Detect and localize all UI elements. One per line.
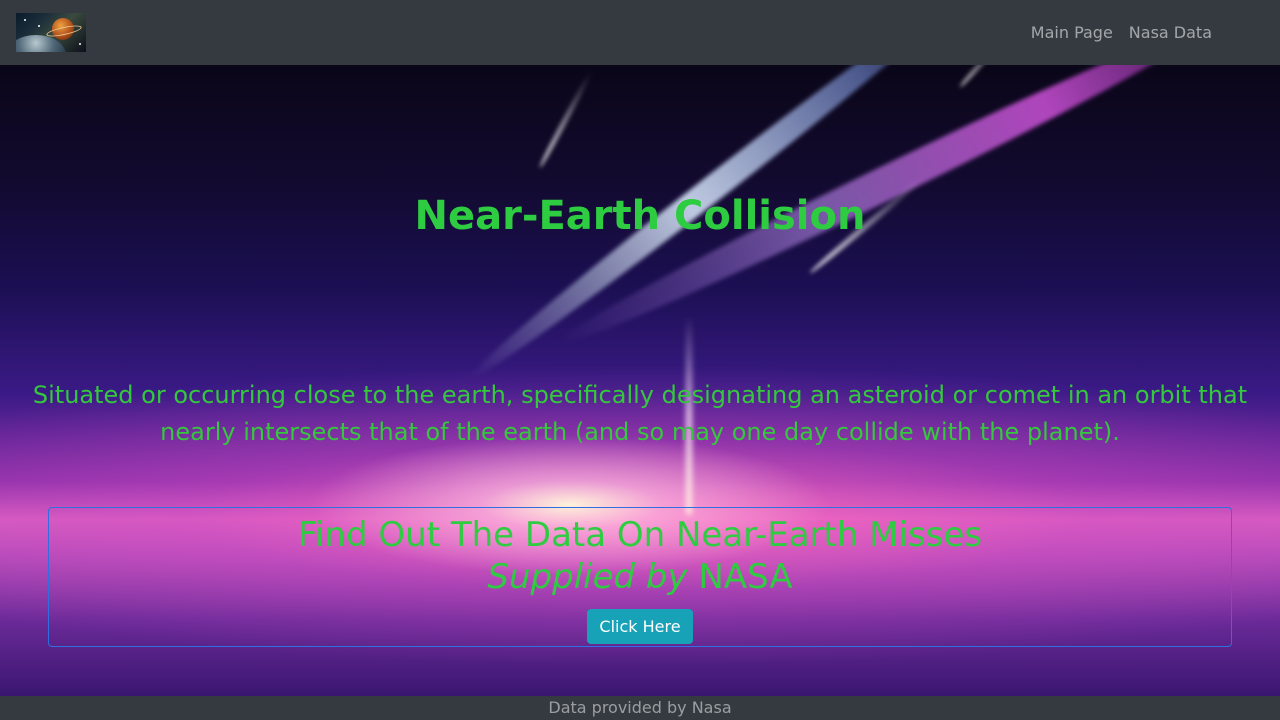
hero-section: Near-Earth Collision Situated or occurri…	[0, 65, 1280, 696]
meteor-streak	[958, 65, 1002, 89]
hero-description: Situated or occurring close to the earth…	[32, 381, 1248, 446]
navbar: Main Page Nasa Data	[0, 0, 1280, 65]
meteor-streak	[537, 69, 594, 169]
cta-sub-italic: Supplied by	[487, 557, 688, 597]
brand-logo[interactable]	[16, 13, 86, 52]
cta-heading: Find Out The Data On Near-Earth Misses	[297, 515, 983, 555]
cta-subheading: Supplied by NASA	[49, 556, 1231, 598]
nav-link-nasa-data[interactable]: Nasa Data	[1129, 23, 1212, 42]
nav-link-main-page[interactable]: Main Page	[1031, 23, 1113, 42]
footer: Data provided by Nasa	[0, 696, 1280, 720]
nav-links: Main Page Nasa Data	[1031, 0, 1212, 65]
star-dot	[79, 43, 81, 45]
cta-sub-nasa: NASA	[698, 557, 793, 597]
star-dot	[24, 19, 26, 21]
cta-box: Find Out The Data On Near-Earth Misses S…	[48, 507, 1232, 647]
click-here-button[interactable]: Click Here	[587, 609, 693, 644]
footer-text: Data provided by Nasa	[548, 698, 732, 717]
hero-title: Near-Earth Collision	[414, 193, 866, 239]
star-dot	[38, 25, 40, 27]
